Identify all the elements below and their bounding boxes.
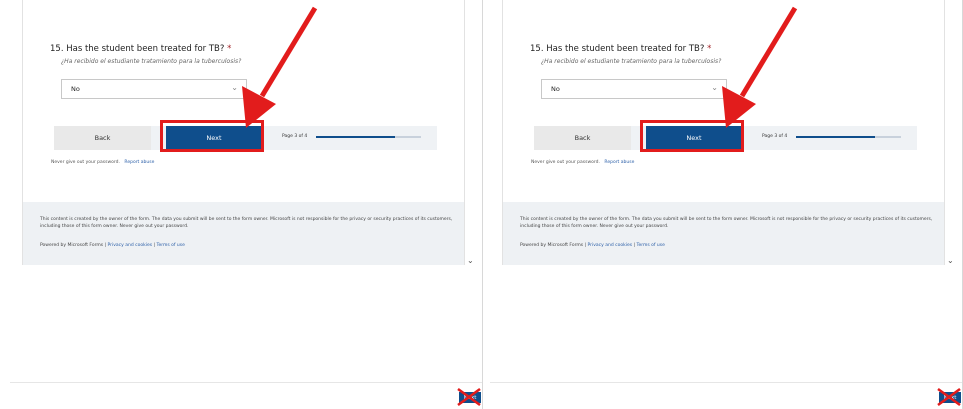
question-title: 15. Has the student been treated for TB?…: [530, 44, 711, 54]
progress-bar: [316, 136, 421, 138]
powered-by-text: Powered by Microsoft Forms |: [40, 243, 107, 248]
password-note: Never give out your password. Report abu…: [51, 160, 154, 165]
divider: [490, 382, 962, 383]
left-pane: 15. Has the student been treated for TB?…: [10, 0, 482, 409]
back-button[interactable]: Back: [534, 126, 631, 150]
footer-links: Powered by Microsoft Forms | Privacy and…: [40, 243, 185, 248]
pane-divider: [482, 0, 483, 409]
password-note-text: Never give out your password.: [531, 160, 600, 165]
chevron-down-icon: ⌄: [231, 83, 238, 92]
page-indicator: Page 3 of 4: [762, 134, 788, 139]
progress-fill: [316, 136, 395, 138]
privacy-link[interactable]: Privacy and cookies: [588, 243, 633, 248]
required-mark: *: [707, 44, 712, 54]
dropdown-value: No: [71, 85, 80, 93]
divider: [10, 382, 482, 383]
form-card: 15. Has the student been treated for TB?…: [22, 0, 465, 202]
footer-links: Powered by Microsoft Forms | Privacy and…: [520, 243, 665, 248]
scroll-down-icon[interactable]: ⌄: [947, 256, 954, 265]
bottom-next-button[interactable]: Next: [939, 392, 961, 403]
question-subtitle: ¿Ha recibido el estudiante tratamiento p…: [61, 58, 242, 65]
progress-fill: [796, 136, 875, 138]
back-button[interactable]: Back: [54, 126, 151, 150]
terms-link[interactable]: Terms of use: [636, 243, 664, 248]
question-subtitle: ¿Ha recibido el estudiante tratamiento p…: [541, 58, 722, 65]
question-title-text: 15. Has the student been treated for TB?: [50, 44, 225, 54]
navigation-bar: Back Next Page 3 of 4: [54, 120, 437, 152]
terms-link[interactable]: Terms of use: [156, 243, 184, 248]
report-abuse-link[interactable]: Report abuse: [124, 160, 154, 165]
page-indicator: Page 3 of 4: [282, 134, 308, 139]
password-note-text: Never give out your password.: [51, 160, 120, 165]
answer-dropdown[interactable]: No ⌄: [61, 79, 247, 99]
report-abuse-link[interactable]: Report abuse: [604, 160, 634, 165]
dropdown-value: No: [551, 85, 560, 93]
form-footer: This content is created by the owner of …: [502, 202, 945, 265]
chevron-down-icon: ⌄: [711, 83, 718, 92]
question-title: 15. Has the student been treated for TB?…: [50, 44, 231, 54]
required-mark: *: [227, 44, 232, 54]
bottom-next-button[interactable]: Next: [459, 392, 481, 403]
footer-disclaimer: This content is created by the owner of …: [520, 217, 933, 229]
right-pane: 15. Has the student been treated for TB?…: [490, 0, 962, 409]
link-separator: |: [153, 243, 156, 248]
link-separator: |: [633, 243, 636, 248]
form-card: 15. Has the student been treated for TB?…: [502, 0, 945, 202]
scroll-down-icon[interactable]: ⌄: [467, 256, 474, 265]
privacy-link[interactable]: Privacy and cookies: [108, 243, 153, 248]
next-button[interactable]: Next: [646, 126, 742, 150]
question-title-text: 15. Has the student been treated for TB?: [530, 44, 705, 54]
navigation-bar: Back Next Page 3 of 4: [534, 120, 917, 152]
footer-disclaimer: This content is created by the owner of …: [40, 217, 453, 229]
powered-by-text: Powered by Microsoft Forms |: [520, 243, 587, 248]
next-button[interactable]: Next: [166, 126, 262, 150]
answer-dropdown[interactable]: No ⌄: [541, 79, 727, 99]
password-note: Never give out your password. Report abu…: [531, 160, 634, 165]
progress-bar: [796, 136, 901, 138]
form-footer: This content is created by the owner of …: [22, 202, 465, 265]
